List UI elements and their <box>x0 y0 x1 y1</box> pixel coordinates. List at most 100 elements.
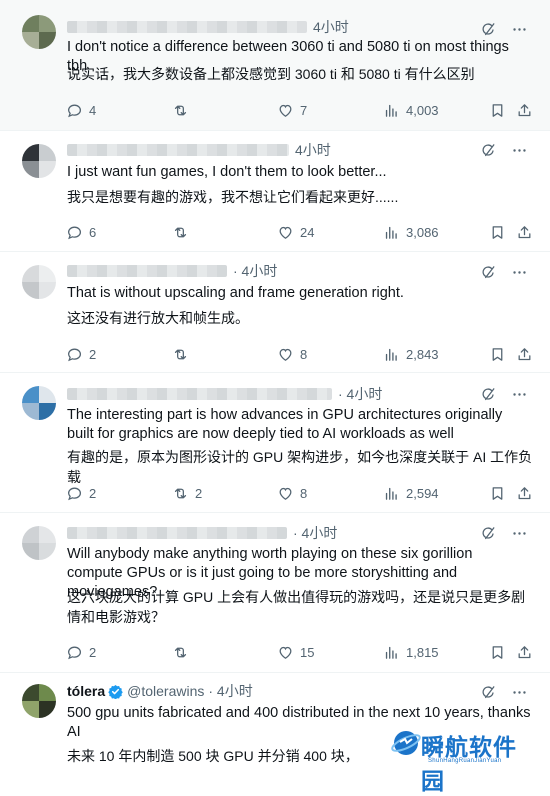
share-button[interactable] <box>516 344 533 364</box>
bookmark-button[interactable] <box>489 100 506 120</box>
bookmark-button[interactable] <box>489 344 506 364</box>
reply-icon <box>66 346 83 363</box>
retweet-button[interactable] <box>172 222 195 242</box>
like-button[interactable]: 24 <box>277 222 314 242</box>
reply-icon <box>66 485 83 502</box>
grok-icon[interactable] <box>480 386 497 403</box>
tweet-header: tólera @tolerawins · 4小时 <box>67 682 253 700</box>
redacted-username <box>67 265 227 277</box>
like-button[interactable]: 7 <box>277 100 307 120</box>
share-button[interactable] <box>516 100 533 120</box>
retweet-button[interactable]: 2 <box>172 483 202 503</box>
tweet-header: · 4小时 <box>67 262 277 280</box>
watermark-logo: 瞬航软件园 ShunHangRuanJianYuan <box>388 722 538 794</box>
bookmark-icon <box>489 644 506 661</box>
grok-icon[interactable] <box>480 142 497 159</box>
watermark-subtext: ShunHangRuanJianYuan <box>428 758 502 764</box>
views-button[interactable]: 1,815 <box>383 642 439 662</box>
share-icon <box>516 102 533 119</box>
timestamp[interactable]: 4小时 <box>295 140 331 160</box>
views-icon <box>383 346 400 363</box>
views-icon <box>383 102 400 119</box>
user-handle[interactable]: @tolerawins <box>127 683 204 699</box>
views-icon <box>383 644 400 661</box>
heart-icon <box>277 644 294 661</box>
redacted-username <box>67 527 287 539</box>
views-button[interactable]: 2,594 <box>383 483 439 503</box>
timestamp[interactable]: · 4小时 <box>338 384 382 404</box>
tweet[interactable]: 4小时 I just want fun games, I don't them … <box>0 131 550 252</box>
tweet-header: · 4小时 <box>67 385 382 403</box>
tweet-text: The interesting part is how advances in … <box>67 407 503 442</box>
more-icon[interactable] <box>511 386 528 403</box>
grok-icon[interactable] <box>480 684 497 701</box>
tweet[interactable]: · 4小时 That is without upscaling and fram… <box>0 252 550 373</box>
tweet[interactable]: · 4小时 Will anybody make anything worth p… <box>0 513 550 673</box>
reply-button[interactable]: 2 <box>66 483 96 503</box>
watermark-globe-icon <box>391 731 421 755</box>
tweet-translation: 我只是想要有趣的游戏，我不想让它们看起来更好...... <box>67 189 399 205</box>
avatar[interactable] <box>22 684 56 718</box>
more-icon[interactable] <box>511 264 528 281</box>
reply-button[interactable]: 6 <box>66 222 96 242</box>
tweet-translation: 这六块庞大的计算 GPU 上会有人做出值得玩的游戏吗，还是说只是更多剧情和电影游… <box>67 589 526 625</box>
grok-icon[interactable] <box>480 264 497 281</box>
bookmark-button[interactable] <box>489 483 506 503</box>
tweet-header: 4小时 <box>67 141 331 159</box>
bookmark-icon <box>489 346 506 363</box>
avatar[interactable] <box>22 144 56 178</box>
retweet-icon <box>172 644 189 661</box>
like-button[interactable]: 8 <box>277 483 307 503</box>
tweet-translation: 说实话，我大多数设备上都没感觉到 3060 ti 和 5080 ti 有什么区别 <box>67 66 475 82</box>
share-icon <box>516 224 533 241</box>
tweet[interactable]: · 4小时 The interesting part is how advanc… <box>0 373 550 513</box>
bookmark-button[interactable] <box>489 222 506 242</box>
bookmark-button[interactable] <box>489 642 506 662</box>
avatar[interactable] <box>22 386 56 420</box>
tweet-translation: 有趣的是，原本为图形设计的 GPU 架构进步，如今也深度关联于 AI 工作负载 <box>67 449 533 485</box>
avatar[interactable] <box>22 526 56 560</box>
retweet-button[interactable] <box>172 100 195 120</box>
reply-icon <box>66 224 83 241</box>
share-button[interactable] <box>516 483 533 503</box>
timestamp[interactable]: 4小时 <box>313 17 349 37</box>
more-icon[interactable] <box>511 21 528 38</box>
tweet-header: · 4小时 <box>67 524 337 542</box>
share-icon <box>516 485 533 502</box>
avatar[interactable] <box>22 15 56 49</box>
more-icon[interactable] <box>511 684 528 701</box>
share-button[interactable] <box>516 642 533 662</box>
share-button[interactable] <box>516 222 533 242</box>
reply-button[interactable]: 4 <box>66 100 96 120</box>
verified-badge-icon <box>108 684 123 699</box>
redacted-username <box>67 21 307 33</box>
like-button[interactable]: 15 <box>277 642 314 662</box>
display-name[interactable]: tólera <box>67 683 105 699</box>
reply-icon <box>66 644 83 661</box>
tweet[interactable]: 4小时 I don't notice a difference between … <box>0 0 550 131</box>
reply-button[interactable]: 2 <box>66 344 96 364</box>
timestamp[interactable]: · 4小时 <box>208 681 252 701</box>
retweet-icon <box>172 485 189 502</box>
avatar[interactable] <box>22 265 56 299</box>
bookmark-icon <box>489 485 506 502</box>
more-icon[interactable] <box>511 142 528 159</box>
views-button[interactable]: 3,086 <box>383 222 439 242</box>
grok-icon[interactable] <box>480 525 497 542</box>
more-icon[interactable] <box>511 525 528 542</box>
timestamp[interactable]: · 4小时 <box>233 261 277 281</box>
heart-icon <box>277 102 294 119</box>
heart-icon <box>277 485 294 502</box>
grok-icon[interactable] <box>480 21 497 38</box>
retweet-button[interactable] <box>172 344 195 364</box>
views-button[interactable]: 4,003 <box>383 100 439 120</box>
reply-button[interactable]: 2 <box>66 642 96 662</box>
views-button[interactable]: 2,843 <box>383 344 439 364</box>
bookmark-icon <box>489 224 506 241</box>
retweet-button[interactable] <box>172 642 195 662</box>
reply-icon <box>66 102 83 119</box>
timestamp[interactable]: · 4小时 <box>293 523 337 543</box>
like-button[interactable]: 8 <box>277 344 307 364</box>
tweet-text: I just want fun games, I don't them to l… <box>67 164 387 180</box>
tweet-translation: 这还没有进行放大和帧生成。 <box>67 310 249 326</box>
